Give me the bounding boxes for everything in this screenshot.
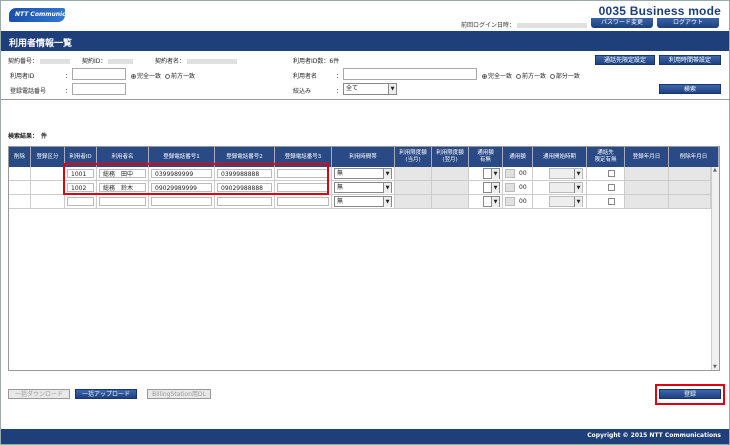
user-name-match: 完全一致 前方一致 部分一致 (482, 71, 580, 80)
col-limit-this: 利用限度額 (当月) (395, 147, 432, 167)
col-time: 利用時間帯 (332, 147, 395, 167)
last-login: 前回ログイン日時： (461, 20, 588, 29)
filter-select[interactable]: 全て ▼ (343, 83, 397, 95)
start-select[interactable]: ▼ (549, 168, 583, 179)
chevron-down-icon: ▼ (383, 197, 391, 207)
col-dest-limit: 通話先 限定有無 (587, 147, 625, 167)
user-id-match: 完全一致 前方一致 (131, 71, 195, 80)
phone-label: 登録電話番号 (10, 88, 47, 95)
result-count: 検索結果： 件 (8, 133, 48, 140)
col-start: 通用開始時期 (533, 147, 587, 167)
billing-dl-button[interactable]: BillingStation用DL (147, 389, 211, 399)
bulk-download-button[interactable]: 一括ダウンロード (8, 389, 70, 399)
time-select[interactable]: 無 ▼ (334, 182, 392, 193)
phone-input[interactable] (72, 83, 126, 95)
time-select[interactable]: 無 ▼ (334, 196, 392, 207)
divider (1, 99, 729, 100)
col-amount: 通用額 (503, 147, 533, 167)
bulk-upload-button[interactable]: 一括アップロード (75, 389, 137, 399)
amount-flag-select[interactable]: ▼ (483, 182, 500, 193)
footer: Copyright © 2015 NTT Communications (1, 429, 729, 444)
page-title-bar: 利用者情報一覧 (1, 31, 729, 51)
col-reg-type: 登録区分 (31, 147, 65, 167)
col-reg-date: 登録年月日 (625, 147, 669, 167)
brand-title: 0035 Business mode (598, 4, 721, 18)
contract-no: 契約番号： (8, 56, 71, 65)
dest-limit-button[interactable]: 通話先限定設定 (595, 55, 655, 65)
dest-limit-checkbox[interactable] (608, 198, 615, 205)
col-amount-flag: 通用額 有無 (469, 147, 503, 167)
phone1-cell[interactable] (151, 197, 212, 206)
header: NTT Communications 0035 Business mode 前回… (1, 1, 729, 29)
user-name-label: 利用者名 (293, 73, 318, 80)
chevron-down-icon: ▼ (491, 197, 499, 207)
amount-flag-select[interactable]: ▼ (483, 168, 500, 179)
page-title: 利用者情報一覧 (9, 39, 73, 49)
start-select[interactable]: ▼ (549, 182, 583, 193)
register-button[interactable]: 登録 (659, 389, 721, 399)
radio-prefix[interactable] (164, 74, 170, 79)
vertical-scrollbar[interactable]: ▲ ▼ (711, 167, 719, 370)
user-name-cell[interactable] (99, 197, 146, 206)
col-del-date: 削除年月日 (669, 147, 719, 167)
ntt-logo: NTT Communications (9, 8, 87, 22)
amount-flag-select[interactable]: ▼ (483, 196, 500, 207)
filter-label: 絞込み (293, 88, 312, 95)
user-name-input[interactable] (343, 68, 477, 80)
dest-limit-checkbox[interactable] (608, 184, 615, 191)
chevron-down-icon: ▼ (491, 183, 499, 193)
col-delete: 削除 (9, 147, 31, 167)
contract-id: 契約ID： (82, 56, 134, 65)
chevron-down-icon: ▼ (388, 84, 396, 94)
user-id-label: 利用者ID (10, 73, 35, 80)
chevron-down-icon: ▼ (574, 183, 582, 193)
phone2-cell[interactable] (217, 197, 272, 206)
chevron-down-icon: ▼ (383, 169, 391, 179)
password-change-button[interactable]: パスワード変更 (591, 18, 653, 28)
user-count: 利用者ID数：6件 (293, 58, 340, 65)
logout-button[interactable]: ログアウト (657, 18, 719, 28)
radio-partial[interactable] (549, 74, 555, 79)
contract-name: 契約者名： (155, 56, 238, 65)
radio-prefix[interactable] (515, 74, 521, 79)
search-button[interactable]: 検索 (659, 84, 721, 94)
radio-exact[interactable] (131, 74, 136, 79)
copyright: Copyright © 2015 NTT Communications (587, 432, 721, 439)
radio-exact[interactable] (482, 74, 487, 79)
scroll-down-icon[interactable]: ▼ (713, 364, 717, 370)
time-setting-button[interactable]: 利用時間帯設定 (659, 55, 721, 65)
highlight-box (63, 163, 329, 195)
user-id-input[interactable] (72, 68, 126, 80)
dest-limit-checkbox[interactable] (608, 170, 615, 177)
start-select[interactable]: ▼ (549, 196, 583, 207)
chevron-down-icon: ▼ (491, 169, 499, 179)
user-id-cell[interactable] (67, 197, 94, 206)
time-select[interactable]: 無 ▼ (334, 168, 392, 179)
scroll-up-icon[interactable]: ▲ (713, 167, 717, 173)
phone3-cell[interactable] (277, 197, 329, 206)
chevron-down-icon: ▼ (574, 169, 582, 179)
col-limit-next: 利用限度額 (翌月) (432, 147, 469, 167)
chevron-down-icon: ▼ (383, 183, 391, 193)
chevron-down-icon: ▼ (574, 197, 582, 207)
